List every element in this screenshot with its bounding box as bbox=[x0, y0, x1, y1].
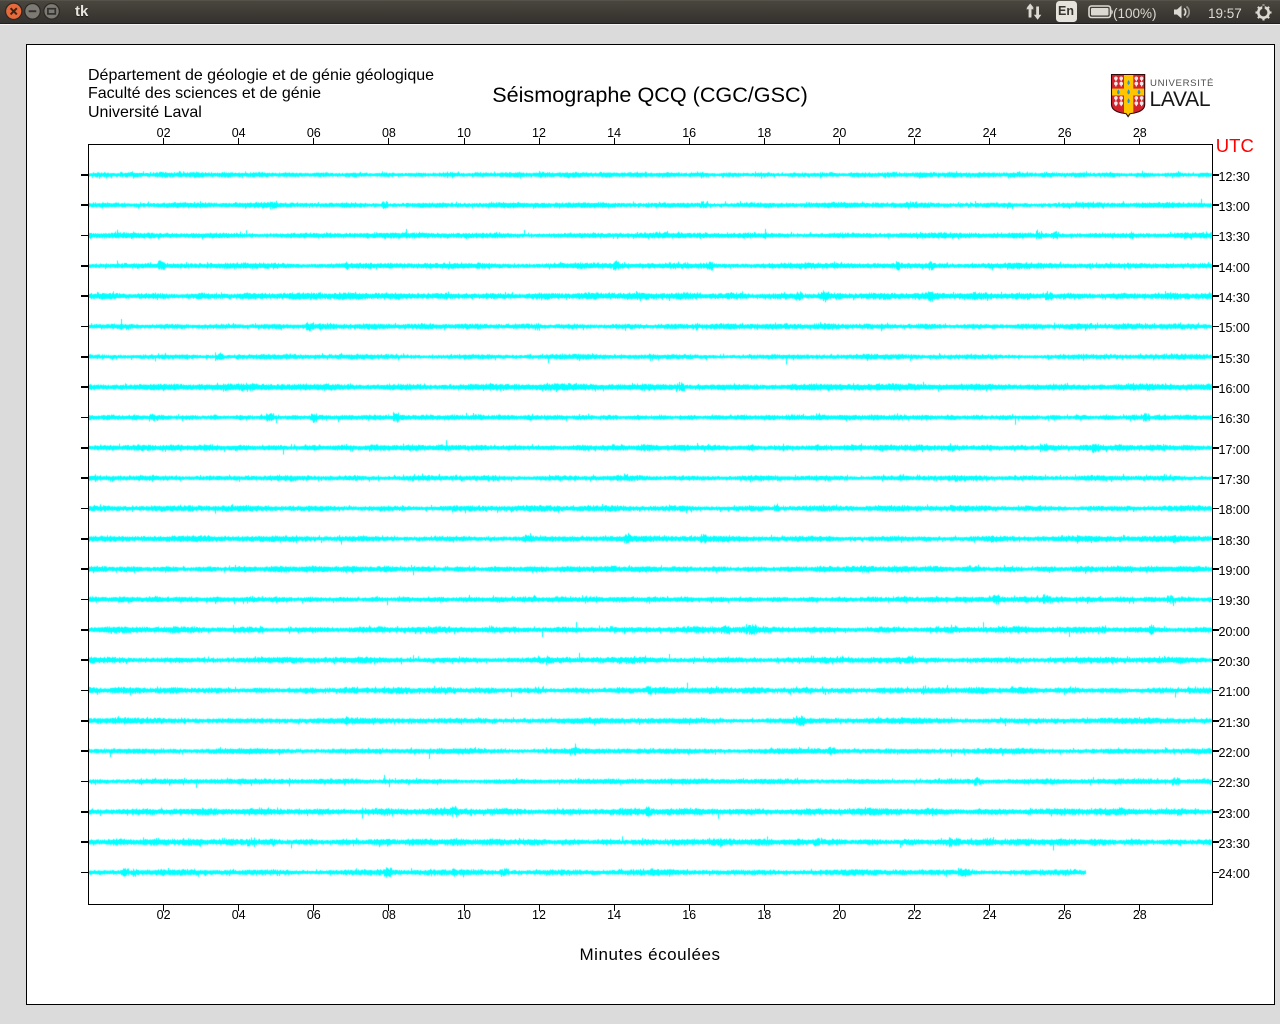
svg-text:LAVAL: LAVAL bbox=[1150, 88, 1211, 111]
